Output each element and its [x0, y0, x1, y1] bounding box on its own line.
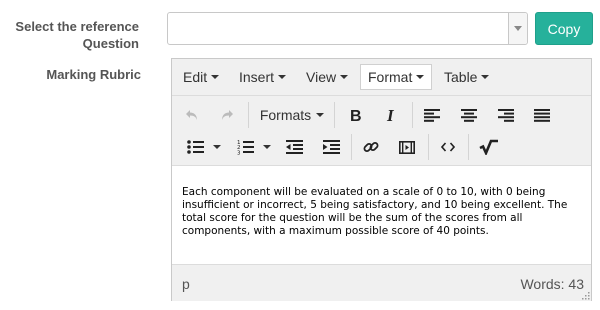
align-left-icon	[424, 108, 440, 122]
numbered-list-button[interactable]: 123	[234, 134, 274, 160]
copy-button[interactable]: Copy	[535, 12, 593, 45]
outdent-icon	[285, 140, 303, 154]
toolbar-separator	[468, 134, 469, 160]
svg-text:I: I	[386, 108, 395, 122]
caret-down-icon	[211, 75, 220, 79]
link-button[interactable]	[359, 134, 383, 160]
align-justify-icon	[534, 108, 550, 122]
media-icon	[399, 140, 415, 154]
marking-rubric-label: Marking Rubric	[46, 67, 141, 82]
align-right-button[interactable]	[494, 102, 518, 128]
toolbar-separator	[412, 102, 413, 128]
word-count: Words: 43	[520, 276, 584, 292]
chevron-down-icon	[514, 26, 522, 31]
bold-icon: B	[350, 108, 362, 122]
svg-text:B: B	[350, 108, 362, 122]
editor-menubar: Edit Insert View Format Table	[172, 59, 591, 95]
code-icon	[441, 142, 455, 152]
redo-icon	[222, 110, 233, 120]
link-icon	[363, 142, 379, 152]
bullet-list-button[interactable]	[184, 134, 224, 160]
italic-button[interactable]: I	[380, 102, 404, 128]
equation-button[interactable]	[476, 134, 502, 160]
caret-down-icon	[278, 75, 287, 79]
toolbar-separator	[428, 134, 429, 160]
formats-dropdown[interactable]: Formats	[256, 102, 328, 128]
equation-icon	[479, 139, 498, 155]
align-justify-button[interactable]	[530, 102, 554, 128]
select-dropdown-toggle[interactable]	[508, 13, 527, 44]
menu-view[interactable]: View	[299, 64, 355, 90]
bold-button[interactable]: B	[344, 102, 368, 128]
caret-down-icon	[481, 75, 490, 79]
reference-question-label: Select the reference Question	[15, 19, 139, 51]
align-right-icon	[498, 108, 514, 122]
align-left-button[interactable]	[420, 102, 444, 128]
code-button[interactable]	[436, 134, 460, 160]
resize-grip-icon[interactable]	[581, 291, 590, 300]
menu-insert[interactable]: Insert	[232, 64, 293, 90]
align-center-button[interactable]	[457, 102, 481, 128]
toolbar-separator	[351, 134, 352, 160]
menu-table[interactable]: Table	[437, 64, 496, 90]
align-center-icon	[461, 108, 477, 122]
media-button[interactable]	[395, 134, 419, 160]
menu-edit[interactable]: Edit	[176, 64, 226, 90]
indent-icon	[322, 140, 340, 154]
editor-content[interactable]: Each component will be evaluated on a sc…	[172, 165, 591, 264]
toolbar-separator	[334, 102, 335, 128]
toolbar-separator	[248, 102, 249, 128]
caret-down-icon	[213, 145, 221, 149]
outdent-button[interactable]	[282, 134, 306, 160]
caret-down-icon	[416, 75, 425, 79]
bullet-list-icon	[187, 140, 204, 154]
svg-text:3: 3	[237, 151, 241, 156]
numbered-list-icon: 123	[237, 140, 254, 156]
reference-question-select[interactable]	[167, 12, 528, 45]
indent-button[interactable]	[319, 134, 343, 160]
italic-icon: I	[386, 108, 395, 122]
editor-statusbar: p Words: 43	[172, 264, 591, 301]
caret-down-icon	[340, 75, 349, 79]
element-path[interactable]: p	[182, 276, 190, 292]
undo-icon	[186, 110, 197, 120]
redo-button[interactable]	[215, 102, 239, 128]
editor-toolbar: Formats B I 123	[172, 95, 591, 165]
undo-button[interactable]	[180, 102, 204, 128]
rich-text-editor: Edit Insert View Format Table Formats B …	[171, 58, 592, 301]
menu-format[interactable]: Format	[360, 64, 433, 90]
caret-down-icon	[316, 113, 325, 117]
caret-down-icon	[263, 145, 271, 149]
